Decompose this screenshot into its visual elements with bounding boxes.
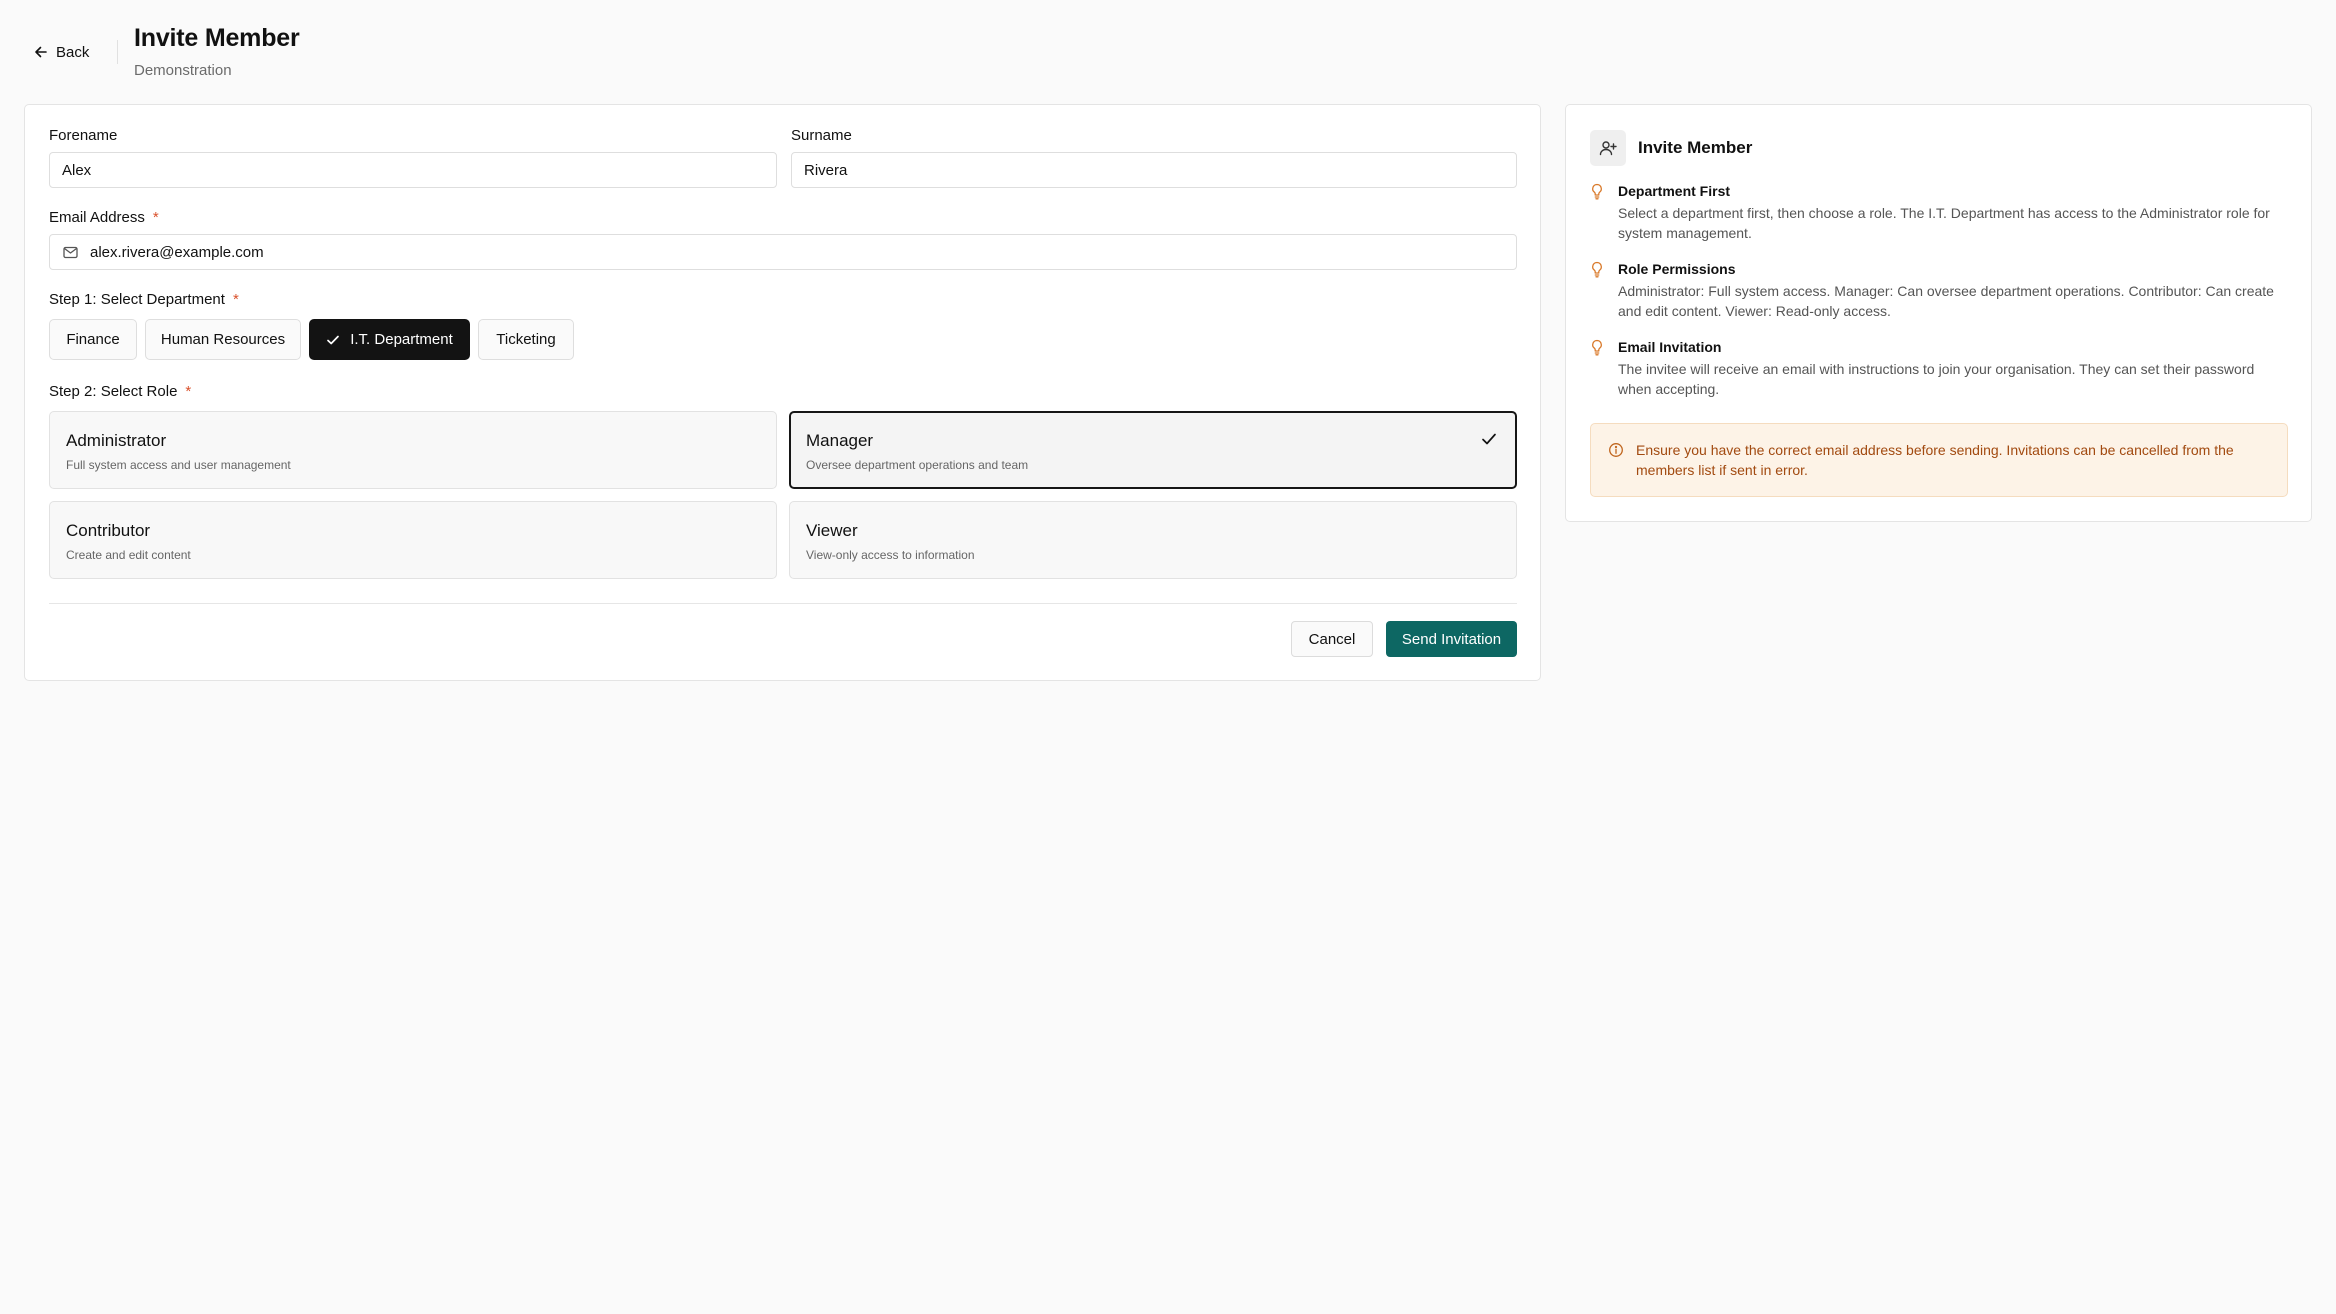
send-invitation-button[interactable]: Send Invitation <box>1386 621 1517 657</box>
header-divider <box>117 40 118 64</box>
role-option-viewer[interactable]: Viewer View-only access to information <box>789 501 1517 579</box>
email-label-text: Email Address <box>49 209 145 226</box>
department-option-ticketing[interactable]: Ticketing <box>478 319 574 360</box>
tip-text: Select a department first, then choose a… <box>1618 205 2270 241</box>
tip-heading: Department First <box>1618 183 1731 199</box>
role-title: Administrator <box>66 431 167 450</box>
role-description: Oversee department operations and team <box>806 458 1029 472</box>
forename-input[interactable]: Alex <box>49 152 777 188</box>
check-icon <box>327 335 340 344</box>
role-description: View-only access to information <box>806 548 975 562</box>
lightbulb-icon <box>1592 339 1602 356</box>
required-marker: * <box>185 383 192 400</box>
tip-heading: Email Invitation <box>1618 339 1722 355</box>
arrow-left-icon <box>35 46 47 58</box>
page-title: Invite Member <box>134 24 300 52</box>
surname-label: Surname <box>791 127 852 144</box>
department-label: Step 1: Select Department * <box>49 291 239 308</box>
email-input[interactable]: alex.rivera@example.com <box>49 234 1517 270</box>
cancel-button[interactable]: Cancel <box>1291 621 1373 657</box>
info-circle-icon <box>1609 443 1623 457</box>
tip-text: Administrator: Full system access. Manag… <box>1618 283 2274 319</box>
role-description: Create and edit content <box>66 548 191 562</box>
page-subtitle: Demonstration <box>134 62 232 79</box>
back-button[interactable]: Back <box>34 40 89 64</box>
department-label-text: Step 1: Select Department <box>49 291 225 308</box>
tip-heading: Role Permissions <box>1618 261 1736 277</box>
required-marker: * <box>152 209 159 226</box>
warning-alert: Ensure you have the correct email addres… <box>1590 423 2288 497</box>
page-header: Back Invite Member Demonstration <box>0 0 2336 90</box>
invite-form-card: Forename Alex Surname Rivera Email Addre… <box>24 104 1541 681</box>
role-label-text: Step 2: Select Role <box>49 383 178 400</box>
back-button-label: Back <box>56 43 90 61</box>
role-title: Manager <box>806 431 874 450</box>
department-option-human-resources[interactable]: Human Resources <box>145 319 301 360</box>
lightbulb-icon <box>1592 183 1602 200</box>
role-option-contributor[interactable]: Contributor Create and edit content <box>49 501 777 579</box>
email-value: alex.rivera@example.com <box>90 243 264 261</box>
department-option-it[interactable]: I.T. Department <box>309 319 470 360</box>
role-label: Step 2: Select Role * <box>49 383 191 400</box>
tip-text: The invitee will receive an email with i… <box>1618 361 2255 397</box>
check-icon <box>1482 433 1496 445</box>
department-option-finance[interactable]: Finance <box>49 319 137 360</box>
side-icon-box <box>1590 130 1626 166</box>
user-plus-icon <box>1599 141 1617 156</box>
form-divider <box>49 603 1517 604</box>
email-label: Email Address * <box>49 209 159 226</box>
mail-icon <box>63 246 78 259</box>
role-option-administrator[interactable]: Administrator Full system access and use… <box>49 411 777 489</box>
lightbulb-icon <box>1592 261 1602 278</box>
role-description: Full system access and user management <box>66 458 291 472</box>
department-option-it-label: I.T. Department <box>350 331 453 348</box>
required-marker: * <box>232 291 239 308</box>
help-panel: Invite Member Department First Select a … <box>1565 104 2312 522</box>
role-title: Contributor <box>66 521 151 540</box>
forename-label: Forename <box>49 127 118 144</box>
role-option-manager[interactable]: Manager Oversee department operations an… <box>789 411 1517 489</box>
alert-text: Ensure you have the correct email addres… <box>1636 442 2234 478</box>
role-title: Viewer <box>806 521 858 540</box>
help-panel-title: Invite Member <box>1638 138 1753 157</box>
surname-input[interactable]: Rivera <box>791 152 1517 188</box>
